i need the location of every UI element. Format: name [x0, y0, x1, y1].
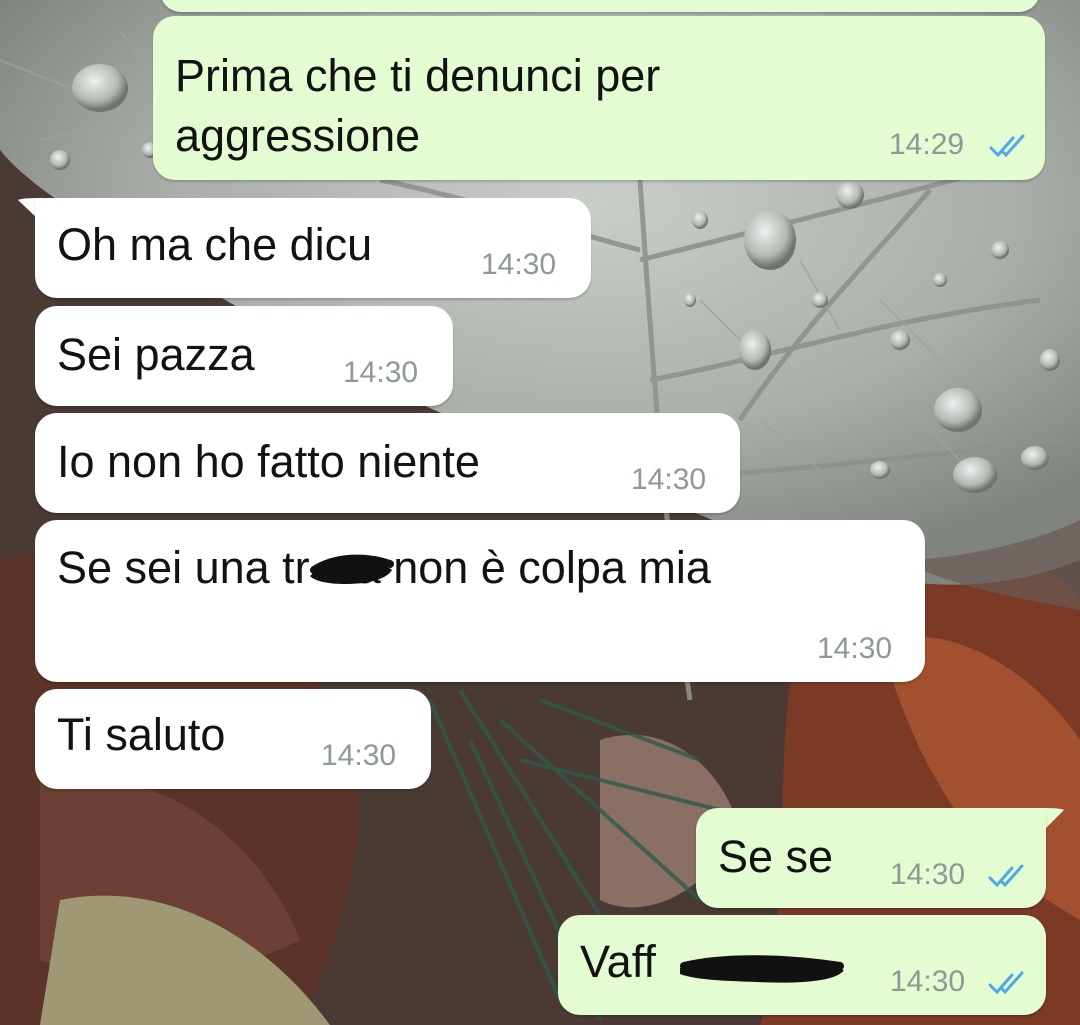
redacted-word: Vaff [580, 932, 844, 992]
message-text-line: aggressione [175, 110, 421, 161]
message-timestamp: 14:30 [890, 858, 966, 891]
double-check-icon [988, 971, 1024, 995]
message-bubble-outgoing[interactable]: Se se 14:30 [696, 808, 1046, 908]
message-timestamp: 14:30 [890, 965, 966, 998]
message-bubble-incoming[interactable]: Sei pazza 14:30 [35, 306, 453, 406]
message-text: Io non ho fatto niente [57, 436, 480, 487]
redacted-word-visible-part: a [355, 542, 381, 593]
message-timestamp: 14:30 [343, 356, 419, 389]
message-bubble-outgoing[interactable]: Vaff 14:30 [558, 915, 1046, 1015]
message-text: Se se [718, 831, 834, 882]
redacted-word-visible-part: Vaff [580, 936, 656, 987]
previous-outgoing-bubble-edge [160, 0, 1040, 12]
message-text: Prima che ti denunci per aggressione [175, 46, 660, 166]
message-text: Oh ma che dicu [57, 219, 373, 270]
message-timestamp: 14:29 [889, 128, 965, 161]
message-timestamp: 14:30 [817, 632, 893, 665]
redacted-word-visible-part: tr [282, 542, 310, 593]
message-text-segment: Se sei una [57, 542, 283, 593]
message-text: Ti saluto [57, 709, 226, 760]
message-text: Sei pazza [57, 329, 255, 380]
message-bubble-incoming[interactable]: Ti saluto 14:30 [35, 689, 431, 789]
redacted-word: tr a [282, 538, 395, 598]
message-timestamp: 14:30 [631, 463, 707, 496]
double-check-icon [988, 864, 1024, 888]
message-text: Se sei una tr a non è colpa mia [57, 538, 711, 598]
message-text-segment: non è colpa mia [380, 542, 711, 593]
message-text-line: Prima che ti denunci per [175, 50, 661, 101]
double-check-icon [989, 134, 1025, 158]
message-bubble-incoming[interactable]: Se sei una tr a non è colpa mia 14:30 [35, 520, 925, 682]
redaction-scribble [680, 955, 844, 983]
message-bubble-incoming[interactable]: Oh ma che dicu 14:30 [35, 198, 591, 298]
message-timestamp: 14:30 [481, 248, 557, 281]
message-timestamp: 14:30 [321, 739, 397, 772]
message-bubble-incoming[interactable]: Io non ho fatto niente 14:30 [35, 413, 740, 513]
message-bubble-outgoing[interactable]: Prima che ti denunci per aggressione 14:2… [153, 16, 1045, 180]
message-text: Vaff [580, 932, 844, 992]
